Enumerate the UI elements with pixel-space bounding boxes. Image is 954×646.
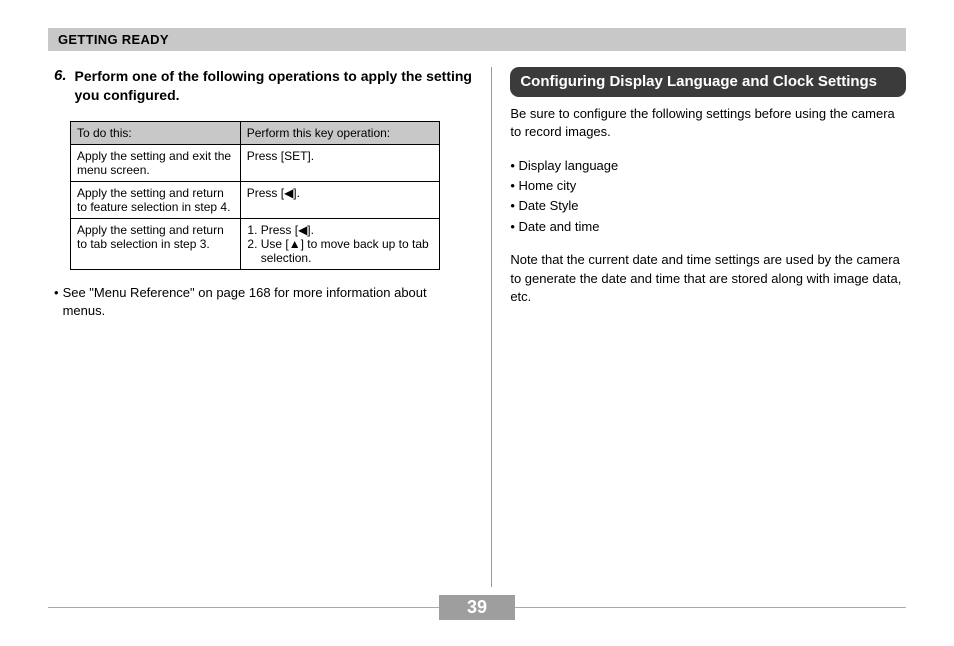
table-cell-op: Press [SET]. (240, 144, 439, 181)
table-cell-todo: Apply the setting and exit the menu scre… (71, 144, 241, 181)
bullet-icon: • (54, 284, 59, 320)
table-cell-todo: Apply the setting and return to feature … (71, 181, 241, 218)
table-header-op: Perform this key operation: (240, 121, 439, 144)
table-cell-op: Press [◀]. Use [▲] to move back up to ta… (240, 218, 439, 269)
right-column: Configuring Display Language and Clock S… (492, 67, 906, 587)
step-number: 6. (54, 67, 67, 84)
note-paragraph: Note that the current date and time sett… (510, 251, 906, 308)
settings-list: • Display language • Home city • Date St… (510, 156, 906, 237)
step-6: 6. Perform one of the following operatio… (54, 67, 473, 105)
footer-line-right (515, 607, 906, 608)
step-instruction: Perform one of the following operations … (75, 67, 474, 105)
op-list-item: Press [◀]. (261, 223, 433, 237)
note-text: See "Menu Reference" on page 168 for mor… (63, 284, 468, 320)
menu-reference-note: • See "Menu Reference" on page 168 for m… (54, 284, 467, 320)
table-row: Apply the setting and return to tab sele… (71, 218, 440, 269)
op-list-item: Use [▲] to move back up to tab selection… (261, 237, 433, 265)
section-header: GETTING READY (48, 28, 906, 51)
table-row: Apply the setting and exit the menu scre… (71, 144, 440, 181)
list-item: • Display language (510, 156, 906, 176)
page-number: 39 (439, 595, 515, 620)
table-header-todo: To do this: (71, 121, 241, 144)
operations-table: To do this: Perform this key operation: … (70, 121, 440, 270)
list-item: • Date Style (510, 196, 906, 216)
intro-paragraph: Be sure to configure the following setti… (510, 105, 906, 143)
list-item: • Date and time (510, 217, 906, 237)
left-column: 6. Perform one of the following operatio… (48, 67, 491, 587)
table-cell-todo: Apply the setting and return to tab sele… (71, 218, 241, 269)
table-row: Apply the setting and return to feature … (71, 181, 440, 218)
callout-heading: Configuring Display Language and Clock S… (510, 67, 906, 97)
page-footer: 39 (48, 595, 906, 620)
table-cell-op: Press [◀]. (240, 181, 439, 218)
footer-line-left (48, 607, 439, 608)
list-item: • Home city (510, 176, 906, 196)
